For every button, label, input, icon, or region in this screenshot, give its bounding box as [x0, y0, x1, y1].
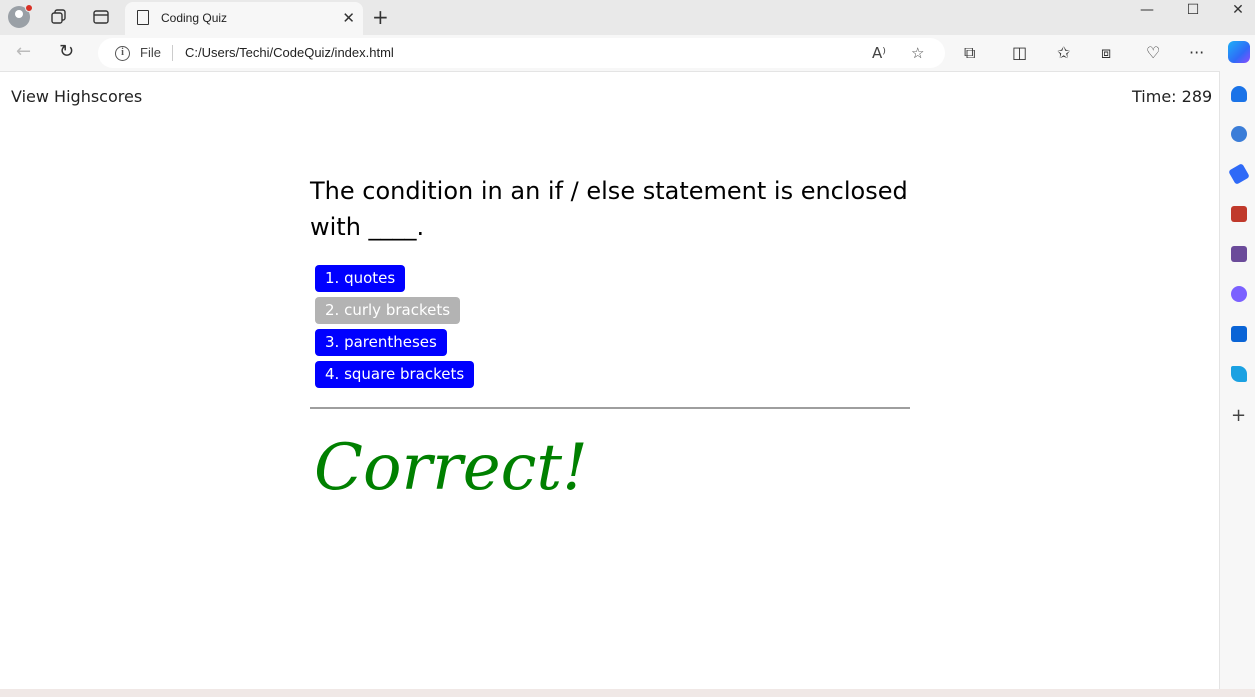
document-icon — [137, 10, 149, 25]
answer-divider — [310, 407, 910, 409]
back-icon[interactable]: ← — [16, 42, 31, 62]
choice-button-2[interactable]: 2. curly brackets — [315, 297, 461, 324]
collections-icon[interactable]: ⧈ — [1101, 43, 1111, 63]
split-screen-icon[interactable]: ◫ — [1012, 43, 1027, 63]
answer-feedback: Correct! — [314, 431, 588, 505]
choice-button-1[interactable]: 1. quotes — [315, 265, 406, 292]
tab-coding-quiz[interactable]: Coding Quiz ✕ — [125, 2, 363, 35]
games-icon[interactable] — [1231, 246, 1247, 262]
new-tab-button[interactable]: + — [372, 6, 389, 28]
question-text: The condition in an if / else statement … — [310, 177, 908, 241]
address-bar[interactable]: i File C:/Users/Techi/CodeQuiz/index.htm… — [98, 38, 945, 68]
profile-avatar-icon[interactable] — [8, 4, 33, 28]
bottom-strip — [0, 689, 1255, 697]
drop-icon[interactable] — [1231, 366, 1247, 382]
address-separator — [172, 45, 173, 61]
view-highscores-link[interactable]: View Highscores — [11, 87, 142, 106]
favorite-star-icon[interactable]: ☆ — [911, 44, 924, 62]
notifications-bell-icon[interactable] — [1231, 86, 1247, 102]
read-aloud-icon[interactable]: A⁾ — [872, 44, 886, 62]
page-viewport: View Highscores Time: 289 The condition … — [0, 71, 1219, 689]
tools-briefcase-icon[interactable] — [1231, 206, 1247, 222]
window-close-button[interactable]: ✕ — [1224, 2, 1252, 22]
minimize-button[interactable]: — — [1133, 2, 1161, 22]
microsoft-365-icon[interactable] — [1231, 286, 1247, 302]
close-tab-icon[interactable]: ✕ — [342, 9, 355, 27]
notification-dot — [25, 4, 33, 12]
tab-title: Coding Quiz — [161, 11, 228, 25]
choice-button-3[interactable]: 3. parentheses — [315, 329, 447, 356]
extensions-icon[interactable]: ⧉ — [964, 43, 975, 63]
refresh-icon[interactable]: ↻ — [59, 42, 74, 62]
scheme-label: File — [140, 45, 161, 60]
url-text[interactable]: C:/Users/Techi/CodeQuiz/index.html — [185, 45, 394, 60]
workspaces-icon[interactable] — [50, 8, 68, 26]
favorites-icon[interactable]: ✩ — [1057, 43, 1070, 63]
more-menu-icon[interactable]: ··· — [1189, 43, 1204, 63]
outlook-icon[interactable] — [1231, 326, 1247, 342]
search-icon[interactable] — [1231, 126, 1247, 142]
site-info-icon[interactable]: i — [115, 46, 130, 61]
choice-button-4[interactable]: 4. square brackets — [315, 361, 475, 388]
tab-strip: Coding Quiz ✕ + — ☐ ✕ — [0, 0, 1255, 35]
maximize-button[interactable]: ☐ — [1179, 2, 1207, 22]
performance-icon[interactable]: ♡ — [1146, 43, 1160, 63]
vertical-tabs-icon[interactable] — [92, 8, 110, 26]
add-sidebar-app-icon[interactable]: + — [1231, 406, 1246, 426]
timer-display: Time: 289 — [1132, 87, 1213, 106]
browser-toolbar: ← ↻ i File C:/Users/Techi/CodeQuiz/index… — [0, 35, 1255, 71]
copilot-icon[interactable] — [1228, 41, 1250, 63]
